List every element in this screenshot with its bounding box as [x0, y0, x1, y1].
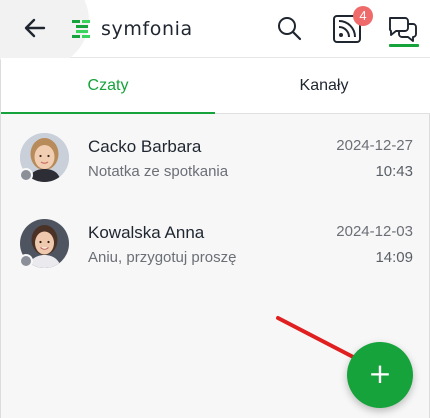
chats-button[interactable] [386, 12, 420, 46]
chat-last-message: Notatka ze spotkania [88, 163, 229, 180]
active-tab-indicator [1, 112, 215, 114]
chat-list-item[interactable]: Cacko Barbara Notatka ze spotkania 2024-… [1, 115, 430, 201]
search-button[interactable] [273, 12, 307, 46]
chat-contact-name: Cacko Barbara [88, 137, 202, 156]
symfonia-logo: symfonia [69, 16, 193, 42]
back-arrow-icon [24, 18, 46, 38]
chats-active-indicator [389, 44, 419, 47]
chat-list: Cacko Barbara Notatka ze spotkania 2024-… [1, 115, 430, 287]
tab-chats[interactable]: Czaty [1, 58, 215, 114]
chat-time: 10:43 [375, 163, 413, 180]
chat-bubbles-icon [388, 17, 417, 42]
new-chat-button[interactable]: + [347, 342, 413, 408]
chat-contact-name: Kowalska Anna [88, 223, 205, 242]
chat-list-item[interactable]: Kowalska Anna Aniu, przygotuj proszę 202… [1, 201, 430, 287]
chat-date: 2024-12-27 [336, 137, 413, 154]
search-icon [278, 17, 302, 41]
logo-text: symfonia [101, 18, 193, 40]
top-app-bar: symfonia 4 [0, 0, 430, 70]
feed-badge: 4 [353, 6, 373, 26]
chat-date: 2024-12-03 [336, 223, 413, 240]
symfonia-logo-icon [72, 20, 90, 38]
back-button[interactable] [0, 0, 89, 70]
presence-status-dot [19, 254, 33, 268]
chat-app: symfonia 4 Czaty Kanały Cacko Barbara No… [0, 0, 430, 418]
tab-bar: Czaty Kanały [1, 58, 430, 114]
plus-icon: + [368, 357, 392, 390]
chat-last-message: Aniu, przygotuj proszę [88, 249, 237, 266]
chat-time: 14:09 [375, 249, 413, 266]
tab-channels[interactable]: Kanały [217, 58, 430, 114]
presence-status-dot [19, 168, 33, 182]
